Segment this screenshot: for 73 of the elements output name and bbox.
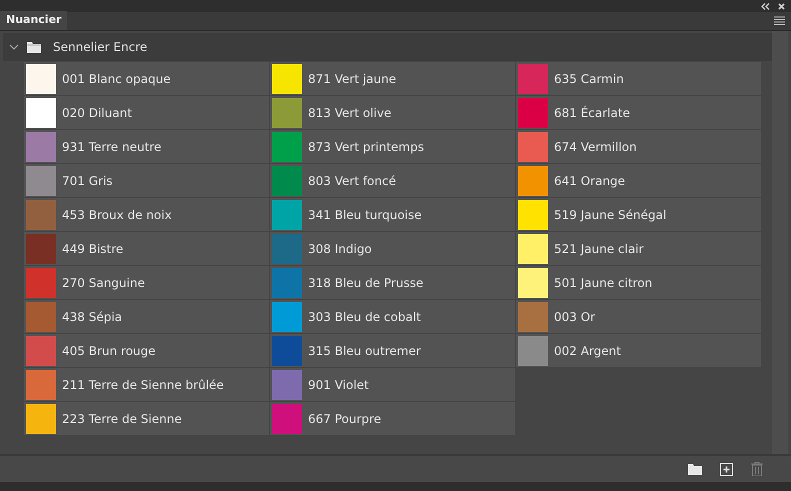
swatch-name: 873 Vert printemps [308, 138, 424, 156]
swatch-item[interactable]: 405 Brun rouge [24, 334, 269, 367]
close-icon[interactable] [778, 2, 785, 10]
swatch-item[interactable]: 223 Terre de Sienne [24, 402, 269, 435]
swatch-name: 341 Bleu turquoise [308, 206, 422, 224]
swatch-item[interactable]: 308 Indigo [270, 232, 515, 265]
swatch-name: 871 Vert jaune [308, 70, 396, 88]
collapse-icon[interactable] [761, 2, 770, 10]
swatch-name: 211 Terre de Sienne brûlée [62, 376, 224, 394]
swatch-name: 501 Jaune citron [554, 274, 652, 292]
panel-tab[interactable]: Nuancier [0, 11, 68, 30]
swatch-item[interactable]: 674 Vermillon [516, 130, 761, 163]
swatch-name: 519 Jaune Sénégal [554, 206, 666, 224]
swatch-item[interactable]: 931 Terre neutre [24, 130, 269, 163]
swatch-item[interactable]: 003 Or [516, 300, 761, 333]
new-swatch-icon[interactable] [720, 462, 733, 476]
swatch-name: 308 Indigo [308, 240, 372, 258]
swatch-name: 002 Argent [554, 342, 621, 360]
swatch-name: 674 Vermillon [554, 138, 637, 156]
swatch-item[interactable]: 635 Carmin [516, 62, 761, 95]
folder-icon [27, 42, 41, 52]
swatch-item[interactable]: 501 Jaune citron [516, 266, 761, 299]
swatch-item[interactable]: 521 Jaune clair [516, 232, 761, 265]
swatch-name: 003 Or [554, 308, 596, 326]
swatch-name: 803 Vert foncé [308, 172, 396, 190]
swatch-item[interactable]: 020 Diluant [24, 96, 269, 129]
swatch-item[interactable]: 270 Sanguine [24, 266, 269, 299]
swatch-item[interactable]: 803 Vert foncé [270, 164, 515, 197]
swatch-item[interactable]: 211 Terre de Sienne brûlée [24, 368, 269, 401]
swatch-name: 223 Terre de Sienne [62, 410, 182, 428]
swatch-name: 303 Bleu de cobalt [308, 308, 421, 326]
swatch-name: 635 Carmin [554, 70, 624, 88]
swatch-item[interactable]: 871 Vert jaune [270, 62, 515, 95]
swatch-item[interactable]: 641 Orange [516, 164, 761, 197]
swatch-item[interactable]: 519 Jaune Sénégal [516, 198, 761, 231]
swatch-item[interactable]: 701 Gris [24, 164, 269, 197]
swatch-name: 001 Blanc opaque [62, 70, 171, 88]
swatch-name: 901 Violet [308, 376, 369, 394]
swatch-item[interactable]: 901 Violet [270, 368, 515, 401]
group-name: Sennelier Encre [53, 39, 148, 56]
swatch-item[interactable]: 315 Bleu outremer [270, 334, 515, 367]
group-header[interactable]: Sennelier Encre [3, 33, 772, 61]
swatch-item[interactable]: 001 Blanc opaque [24, 62, 269, 95]
swatch-name: 405 Brun rouge [62, 342, 156, 360]
swatch-item[interactable]: 303 Bleu de cobalt [270, 300, 515, 333]
swatch-item[interactable]: 813 Vert olive [270, 96, 515, 129]
swatch-name: 453 Broux de noix [62, 206, 172, 224]
swatch-item[interactable]: 453 Broux de noix [24, 198, 269, 231]
chevron-icon[interactable] [9, 42, 19, 52]
swatch-name: 813 Vert olive [308, 104, 392, 122]
swatch-name: 667 Pourpre [308, 410, 382, 428]
swatch-name: 318 Bleu de Prusse [308, 274, 424, 292]
swatch-name: 701 Gris [62, 172, 113, 190]
swatch-item[interactable]: 438 Sépia [24, 300, 269, 333]
folder-icon[interactable] [688, 464, 702, 474]
swatch-item[interactable]: 341 Bleu turquoise [270, 198, 515, 231]
swatch-name: 020 Diluant [62, 104, 132, 122]
swatch-name: 931 Terre neutre [62, 138, 162, 156]
swatch-item[interactable]: 318 Bleu de Prusse [270, 266, 515, 299]
swatch-name: 315 Bleu outremer [308, 342, 421, 360]
swatch-item[interactable]: 873 Vert printemps [270, 130, 515, 163]
swatch-item[interactable]: 002 Argent [516, 334, 761, 367]
scrollbar[interactable] [772, 31, 788, 454]
swatch-name: 521 Jaune clair [554, 240, 644, 258]
swatch-name: 270 Sanguine [62, 274, 145, 292]
swatch-name: 438 Sépia [62, 308, 122, 326]
menu-icon[interactable] [774, 16, 785, 25]
swatch-name: 641 Orange [554, 172, 626, 190]
swatch-item[interactable]: 681 Écarlate [516, 96, 761, 129]
swatch-item[interactable]: 449 Bistre [24, 232, 269, 265]
swatch-name: 681 Écarlate [554, 104, 630, 122]
swatch-item[interactable]: 667 Pourpre [270, 402, 515, 435]
swatch-name: 449 Bistre [62, 240, 124, 258]
